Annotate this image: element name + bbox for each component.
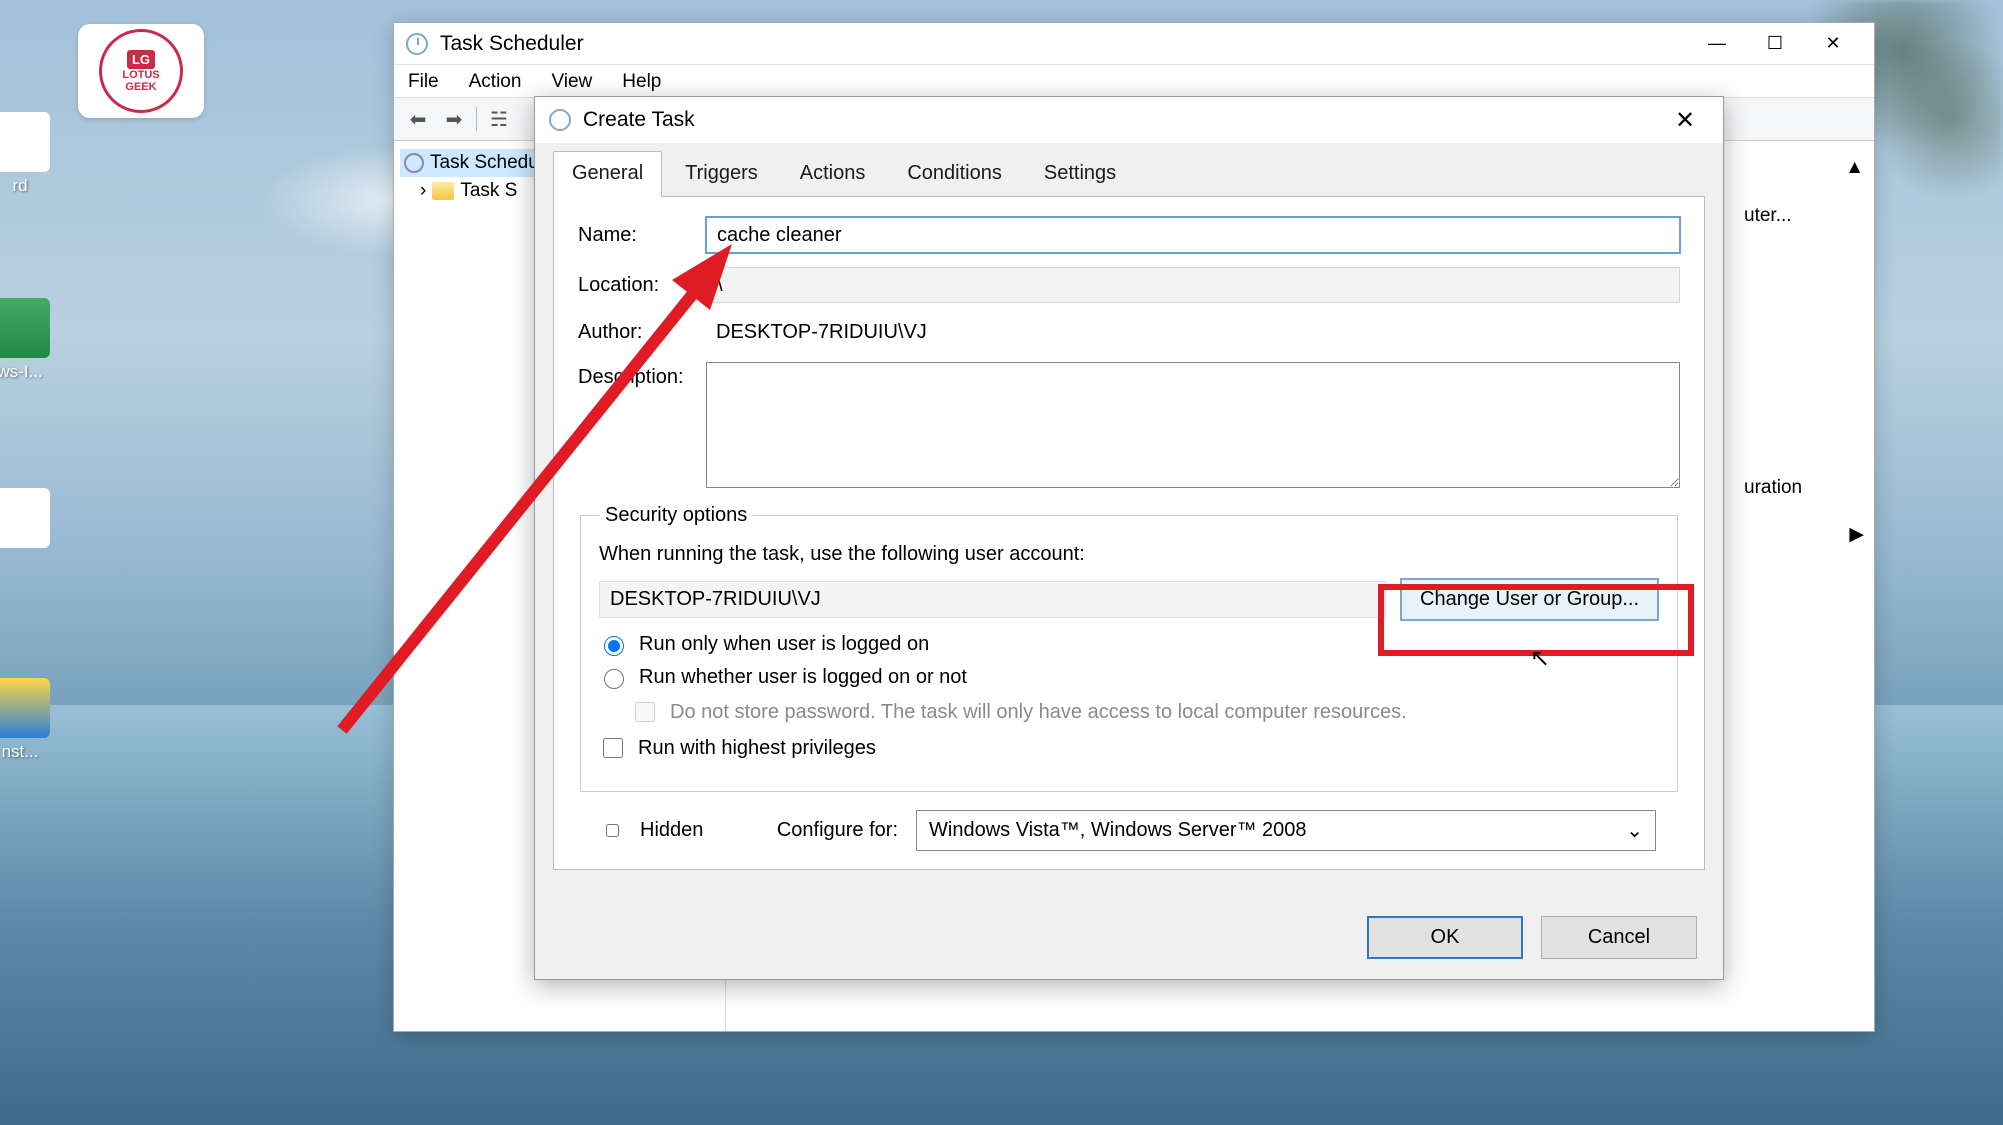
checkbox-highest-privileges[interactable] [603,738,623,758]
change-user-group-button[interactable]: Change User or Group... [1400,578,1659,621]
menu-bar: File Action View Help [394,65,1874,97]
configure-for-select[interactable]: Windows Vista™, Windows Server™ 2008 ⌄ [916,810,1656,851]
desktop-icon[interactable]: nst... [0,678,70,762]
forward-button[interactable]: ➡ [440,105,468,133]
desktop-icon[interactable]: ws-I... [0,298,70,382]
maximize-button[interactable]: ☐ [1746,23,1804,65]
dialog-titlebar[interactable]: Create Task ✕ [535,97,1723,143]
icon-label: rd [12,176,27,195]
radio-label: Run only when user is logged on [639,633,929,656]
desktop-icon[interactable] [0,488,70,552]
titlebar[interactable]: Task Scheduler — ☐ ✕ [394,23,1874,65]
folder-icon [432,182,454,200]
cancel-button[interactable]: Cancel [1541,916,1697,959]
create-task-dialog: Create Task ✕ General Triggers Actions C… [534,96,1724,980]
tab-general[interactable]: General [553,151,662,197]
expand-icon[interactable]: › [420,180,426,202]
radio-label: Run whether user is logged on or not [639,666,967,689]
security-options-group: Security options When running the task, … [580,504,1678,792]
tab-strip: General Triggers Actions Conditions Sett… [535,143,1723,197]
collapse-icon[interactable]: ▲ [1744,157,1864,179]
dialog-title: Create Task [583,108,695,132]
close-button[interactable]: ✕ [1804,23,1862,65]
location-value: \ [706,267,1680,303]
clock-icon [406,33,428,55]
name-label: Name: [578,224,706,247]
tab-settings[interactable]: Settings [1025,151,1135,197]
icon-label: ws-I... [0,362,43,381]
radio-logged-on[interactable] [604,636,624,656]
security-legend: Security options [599,504,753,527]
toolbar-icon[interactable]: ☵ [485,105,513,133]
description-input[interactable] [706,362,1680,488]
tab-actions[interactable]: Actions [781,151,885,197]
ok-button[interactable]: OK [1367,916,1523,959]
security-text: When running the task, use the following… [599,543,1659,566]
checkbox-label: Do not store password. The task will onl… [670,701,1407,724]
menu-action[interactable]: Action [465,69,526,93]
expand-icon[interactable]: ▶ [1744,523,1864,546]
author-value: DESKTOP-7RIDUIU\VJ [706,317,1680,348]
action-item[interactable]: uter... [1744,205,1864,227]
tab-conditions[interactable]: Conditions [888,151,1021,197]
checkbox-hidden[interactable] [606,824,619,837]
window-title: Task Scheduler [440,32,584,56]
select-value: Windows Vista™, Windows Server™ 2008 [929,819,1307,842]
hidden-label: Hidden [640,819,703,842]
minimize-button[interactable]: — [1688,23,1746,65]
watermark-logo: LG LOTUS GEEK [78,24,204,118]
action-item[interactable]: uration [1744,477,1864,499]
checkbox-label: Run with highest privileges [638,737,876,760]
close-button[interactable]: ✕ [1661,97,1709,143]
tab-panel-general: Name: Location: \ Author: DESKTOP-7RIDUI… [553,196,1705,870]
menu-help[interactable]: Help [618,69,665,93]
clock-icon [404,153,424,173]
radio-logged-on-or-not[interactable] [604,669,624,689]
description-label: Description: [578,362,706,389]
chevron-down-icon: ⌄ [1626,818,1643,843]
icon-label: nst... [2,742,39,761]
clock-icon [549,109,571,131]
back-button[interactable]: ⬅ [404,105,432,133]
menu-view[interactable]: View [547,69,596,93]
location-label: Location: [578,274,706,297]
checkbox-no-store-password [635,702,655,722]
user-account-value: DESKTOP-7RIDUIU\VJ [599,581,1386,618]
tab-triggers[interactable]: Triggers [666,151,777,197]
desktop-icon[interactable]: rd [0,112,70,196]
author-label: Author: [578,321,706,344]
configure-for-label: Configure for: [777,819,898,842]
menu-file[interactable]: File [404,69,443,93]
tree-label: Task S [460,180,517,202]
name-input[interactable] [706,217,1680,253]
